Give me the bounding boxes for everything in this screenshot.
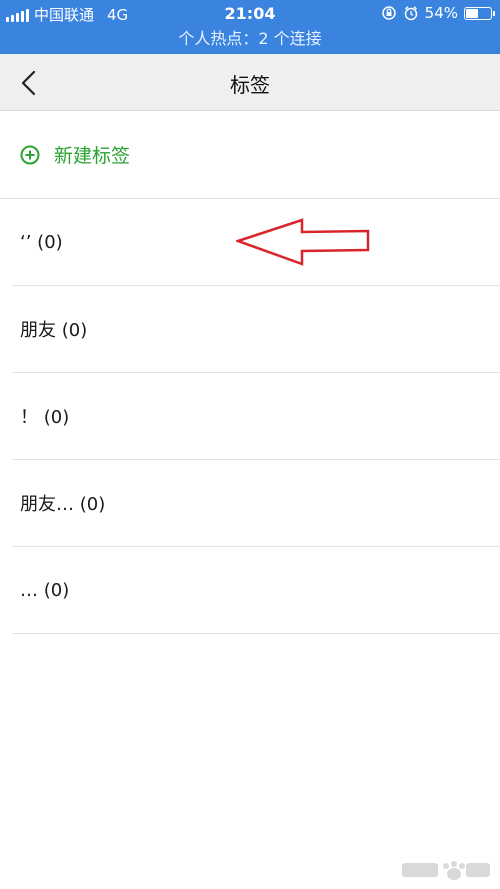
status-bar: 中国联通 4G 21:04 54% — [0, 0, 500, 28]
tag-label: 朋友 (0) — [20, 320, 88, 341]
tag-list: 新建标签 ‘’ (0) 朋友 (0) ！ (0) 朋友… (0) … (0) — [0, 111, 500, 634]
battery-percent: 54% — [424, 4, 458, 22]
new-tag-button[interactable]: 新建标签 — [0, 111, 500, 199]
battery-icon — [464, 6, 495, 20]
hotspot-banner[interactable]: 个人热点：2 个连接 — [0, 28, 500, 54]
tag-label: … (0) — [20, 579, 70, 601]
tag-row[interactable]: … (0) — [12, 547, 500, 634]
tag-label: 朋友… (0) — [20, 494, 106, 515]
tag-row[interactable]: 朋友… (0) — [12, 460, 500, 547]
nav-bar: 标签 — [0, 54, 500, 111]
tag-label: ！ (0) — [20, 407, 70, 428]
alarm-icon — [404, 6, 417, 21]
tag-row[interactable]: ！ (0) — [12, 373, 500, 460]
new-tag-label: 新建标签 — [54, 145, 131, 167]
status-right: 54% — [381, 4, 495, 22]
tag-label: ‘’ (0) — [20, 231, 63, 253]
plus-circle-icon — [20, 145, 40, 164]
battery-fill — [466, 8, 478, 18]
baidu-watermark-icon — [402, 861, 490, 880]
red-arrow-annotation-icon — [236, 218, 370, 266]
tag-row[interactable]: 朋友 (0) — [12, 286, 500, 373]
orientation-lock-icon — [381, 6, 396, 20]
page-title: 标签 — [230, 73, 270, 97]
